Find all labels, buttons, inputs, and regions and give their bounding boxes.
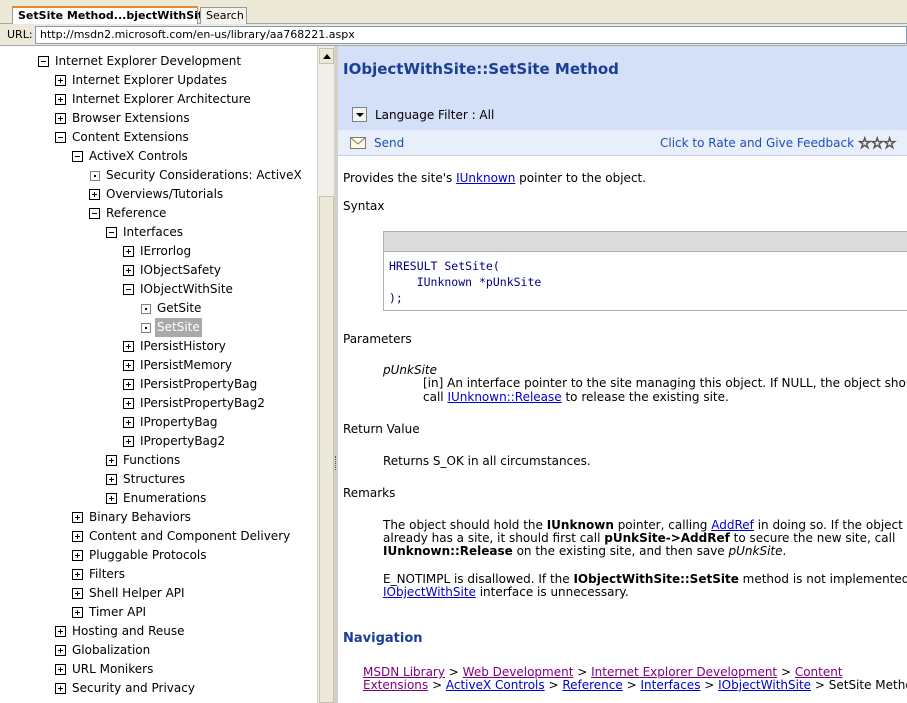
expand-icon[interactable] bbox=[55, 75, 66, 86]
content-header: IObjectWithSite::SetSite Method Language… bbox=[338, 46, 907, 130]
addref-link[interactable]: AddRef bbox=[711, 518, 754, 532]
tab-bar: SetSite Method...bjectWithSite) Search bbox=[0, 0, 907, 25]
breadcrumb-content-extensions-2[interactable]: Extensions bbox=[363, 678, 428, 692]
feedback-bar: Send Click to Rate and Give Feedback ☆☆☆ bbox=[338, 130, 907, 156]
scroll-thumb[interactable] bbox=[319, 196, 334, 703]
collapse-icon[interactable] bbox=[106, 227, 117, 238]
expand-icon[interactable] bbox=[123, 417, 134, 428]
expand-icon[interactable] bbox=[89, 189, 100, 200]
iobjectwithsite-link[interactable]: IObjectWithSite bbox=[383, 585, 476, 599]
toc-tree: Internet Explorer Development Internet E… bbox=[0, 46, 317, 703]
scroll-up-icon[interactable] bbox=[319, 48, 334, 64]
breadcrumb-activex-controls[interactable]: ActiveX Controls bbox=[446, 678, 545, 692]
intro-text: Provides the site's IUnknown pointer to … bbox=[343, 171, 647, 185]
expand-icon[interactable] bbox=[123, 379, 134, 390]
expand-icon[interactable] bbox=[55, 626, 66, 637]
iunknown-link[interactable]: IUnknown bbox=[456, 171, 515, 185]
expand-icon[interactable] bbox=[123, 360, 134, 371]
expand-icon[interactable] bbox=[123, 246, 134, 257]
send-link[interactable]: Send bbox=[374, 137, 404, 150]
page-icon bbox=[141, 323, 151, 333]
collapse-icon[interactable] bbox=[38, 56, 49, 67]
collapse-icon[interactable] bbox=[55, 132, 66, 143]
expand-icon[interactable] bbox=[106, 493, 117, 504]
toc-scrollbar[interactable] bbox=[317, 46, 334, 703]
page-title: IObjectWithSite::SetSite Method bbox=[343, 60, 619, 78]
tab-setsite[interactable]: SetSite Method...bjectWithSite) bbox=[12, 6, 216, 25]
code-text: HRESULT SetSite( IUnknown *pUnkSite ); bbox=[389, 259, 542, 305]
expand-icon[interactable] bbox=[55, 683, 66, 694]
breadcrumb-iobjectwithsite[interactable]: IObjectWithSite bbox=[718, 678, 811, 692]
expand-icon[interactable] bbox=[55, 645, 66, 656]
syntax-heading: Syntax bbox=[343, 199, 385, 213]
address-bar: URL: http://msdn2.microsoft.com/en-us/li… bbox=[0, 24, 907, 46]
page-icon bbox=[141, 304, 151, 314]
expand-icon[interactable] bbox=[72, 531, 83, 542]
expand-icon[interactable] bbox=[55, 664, 66, 675]
envelope-icon[interactable] bbox=[350, 137, 366, 149]
expand-icon[interactable] bbox=[123, 341, 134, 352]
expand-icon[interactable] bbox=[72, 550, 83, 561]
remarks-heading: Remarks bbox=[343, 486, 396, 500]
breadcrumb-ie-development[interactable]: Internet Explorer Development bbox=[591, 665, 777, 679]
collapse-icon[interactable] bbox=[123, 284, 134, 295]
rating-stars-icon[interactable]: ☆☆☆ bbox=[857, 134, 896, 153]
expand-icon[interactable] bbox=[123, 398, 134, 409]
language-filter-label[interactable]: Language Filter : All bbox=[375, 108, 494, 122]
expand-icon[interactable] bbox=[72, 607, 83, 618]
rate-feedback-link[interactable]: Click to Rate and Give Feedback bbox=[660, 137, 854, 150]
expand-icon[interactable] bbox=[55, 113, 66, 124]
code-block: HRESULT SetSite( IUnknown *pUnkSite ); bbox=[383, 231, 907, 311]
page-icon bbox=[90, 171, 100, 181]
breadcrumb-line2: Extensions > ActiveX Controls > Referenc… bbox=[363, 679, 907, 692]
expand-icon[interactable] bbox=[72, 588, 83, 599]
breadcrumb-content-extensions[interactable]: Content bbox=[795, 665, 843, 679]
navigation-heading: Navigation bbox=[343, 631, 423, 646]
remarks-line5: IObjectWithSite interface is unnecessary… bbox=[383, 585, 629, 599]
expand-icon[interactable] bbox=[72, 512, 83, 523]
url-label: URL: bbox=[7, 28, 33, 41]
expand-icon[interactable] bbox=[123, 265, 134, 276]
collapse-icon[interactable] bbox=[89, 208, 100, 219]
breadcrumb-msdn-library[interactable]: MSDN Library bbox=[363, 665, 445, 679]
language-filter-dropdown-icon[interactable] bbox=[352, 107, 367, 122]
iunknown-release-link[interactable]: IUnknown::Release bbox=[447, 390, 561, 404]
content-pane: IObjectWithSite::SetSite Method Language… bbox=[338, 46, 907, 703]
expand-icon[interactable] bbox=[55, 94, 66, 105]
param-desc-line1: [in] An interface pointer to the site ma… bbox=[423, 376, 907, 390]
code-block-header bbox=[384, 232, 907, 252]
breadcrumb-current: SetSite Method bbox=[828, 678, 907, 692]
expand-icon[interactable] bbox=[106, 474, 117, 485]
expand-icon[interactable] bbox=[123, 436, 134, 447]
url-input[interactable]: http://msdn2.microsoft.com/en-us/library… bbox=[35, 26, 907, 44]
parameters-heading: Parameters bbox=[343, 332, 412, 346]
tab-search[interactable]: Search bbox=[200, 7, 247, 24]
remarks-line3: IUnknown::Release on the existing site, … bbox=[383, 544, 787, 558]
expand-icon[interactable] bbox=[72, 569, 83, 580]
expand-icon[interactable] bbox=[106, 455, 117, 466]
collapse-icon[interactable] bbox=[72, 151, 83, 162]
return-value-text: Returns S_OK in all circumstances. bbox=[383, 454, 591, 468]
breadcrumb-web-development[interactable]: Web Development bbox=[463, 665, 574, 679]
breadcrumb-interfaces[interactable]: Interfaces bbox=[640, 678, 700, 692]
return-value-heading: Return Value bbox=[343, 422, 420, 436]
param-desc-line2: call IUnknown::Release to release the ex… bbox=[423, 390, 729, 404]
breadcrumb-reference[interactable]: Reference bbox=[562, 678, 622, 692]
